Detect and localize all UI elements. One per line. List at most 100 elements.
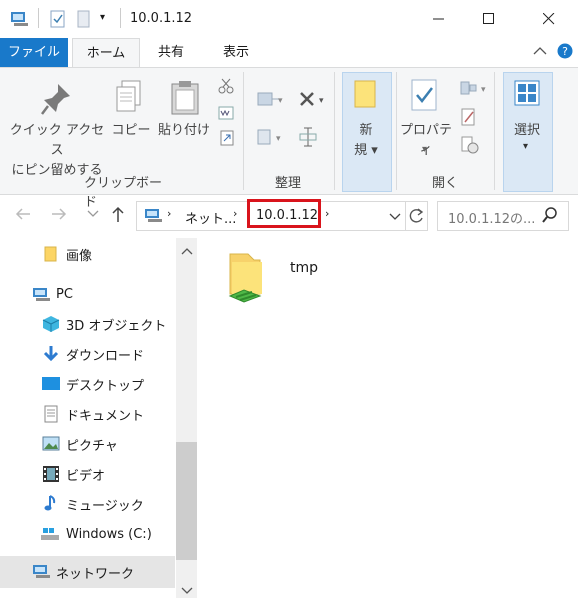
properties-button[interactable]: プロパティ bbox=[396, 121, 456, 161]
forward-icon[interactable] bbox=[50, 206, 68, 226]
minimize-button[interactable] bbox=[416, 0, 462, 38]
tab-file[interactable]: ファイル bbox=[0, 38, 68, 67]
customize-toolbar-chevron-icon[interactable]: ▾ bbox=[100, 12, 105, 23]
nav-label: デスクトップ bbox=[66, 378, 145, 394]
copy-path-icon[interactable] bbox=[218, 106, 234, 124]
music-note-icon bbox=[44, 494, 58, 516]
window-title: 10.0.1.12 bbox=[130, 11, 193, 26]
nav-label: ピクチャ bbox=[66, 438, 118, 454]
svg-text:▾: ▾ bbox=[319, 96, 324, 106]
nav-item-music[interactable]: ミュージック bbox=[0, 489, 175, 519]
scroll-down-icon[interactable] bbox=[181, 584, 193, 599]
open-icon[interactable]: ▾ bbox=[460, 80, 490, 100]
breadcrumb-chevron-icon[interactable]: › bbox=[167, 207, 171, 220]
breadcrumb-chevron-icon[interactable]: › bbox=[325, 207, 329, 220]
pin-icon bbox=[40, 82, 72, 120]
search-icon bbox=[542, 207, 558, 227]
nav-item-videos[interactable]: ビデオ bbox=[0, 459, 175, 489]
breadcrumb-network[interactable]: ネット... bbox=[185, 208, 236, 227]
nav-item-downloads[interactable]: ダウンロード bbox=[0, 339, 175, 369]
new-label: 新 規 ▾ bbox=[344, 121, 388, 161]
maximize-icon bbox=[483, 13, 494, 24]
folder-icon bbox=[44, 246, 58, 266]
explorer-icon bbox=[10, 10, 30, 32]
new-folder-quick-icon[interactable] bbox=[76, 10, 92, 32]
nav-item-documents[interactable]: ドキュメント bbox=[0, 399, 175, 429]
address-divider bbox=[405, 202, 406, 230]
svg-text:▾: ▾ bbox=[276, 134, 281, 144]
svg-text:▾: ▾ bbox=[481, 85, 486, 95]
desktop-icon bbox=[41, 376, 61, 396]
search-box[interactable]: 10.0.1.12の... bbox=[437, 201, 569, 231]
title-separator-2 bbox=[120, 8, 121, 28]
nav-item-3d-objects[interactable]: 3D オブジェクト bbox=[0, 309, 175, 339]
svg-text:?: ? bbox=[562, 45, 568, 58]
select-chevron-icon: ▾ bbox=[523, 141, 529, 152]
svg-text:▾: ▾ bbox=[278, 96, 283, 106]
copy-button[interactable]: コピー bbox=[110, 121, 152, 141]
ribbon-separator bbox=[334, 72, 335, 190]
nav-label: 3D オブジェクト bbox=[66, 318, 167, 334]
ribbon-home: クイック アクセス にピン留めする コピー 貼り付け クリップボード ▾ ▾ ▾… bbox=[0, 67, 578, 210]
nav-scroll-thumb[interactable] bbox=[176, 442, 197, 560]
properties-icon bbox=[410, 78, 440, 116]
nav-label: ネットワーク bbox=[56, 566, 135, 582]
nav-item-pictures[interactable]: ピクチャ bbox=[0, 429, 175, 459]
nav-label: PC bbox=[56, 286, 73, 302]
tab-share[interactable]: 共有 bbox=[145, 38, 197, 67]
new-label-line2: 規 ▾ bbox=[354, 143, 378, 158]
shared-folder-icon bbox=[222, 250, 270, 312]
cut-icon[interactable] bbox=[218, 78, 234, 98]
document-icon bbox=[44, 405, 58, 427]
properties-chevron-icon: ▾ bbox=[422, 144, 428, 155]
select-grid-icon bbox=[514, 80, 540, 110]
edit-icon[interactable] bbox=[461, 108, 477, 130]
new-folder-icon bbox=[354, 80, 378, 112]
scroll-up-icon[interactable] bbox=[181, 244, 193, 259]
search-placeholder: 10.0.1.12の... bbox=[448, 212, 536, 227]
nav-label: 画像 bbox=[66, 248, 93, 264]
file-item-tmp[interactable]: tmp bbox=[222, 250, 332, 310]
tab-view[interactable]: 表示 bbox=[208, 38, 264, 67]
back-icon[interactable] bbox=[14, 206, 32, 226]
nav-item-pc[interactable]: PC bbox=[0, 279, 175, 309]
nav-item-windows-c[interactable]: Windows (C:) bbox=[0, 519, 175, 549]
nav-label: ビデオ bbox=[66, 468, 106, 484]
ribbon-tabs: ファイル ホーム 共有 表示 ? bbox=[0, 38, 578, 69]
properties-quick-icon[interactable] bbox=[50, 10, 66, 32]
title-bar: ▾ 10.0.1.12 bbox=[0, 0, 578, 38]
nav-item-network[interactable]: ネットワーク bbox=[0, 556, 175, 588]
help-icon[interactable]: ? bbox=[557, 43, 573, 63]
nav-label: Windows (C:) bbox=[66, 526, 152, 542]
breadcrumb-chevron-icon[interactable]: › bbox=[233, 207, 237, 220]
nav-label: ドキュメント bbox=[66, 408, 145, 424]
delete-icon[interactable]: ▾ bbox=[298, 90, 330, 112]
nav-label: ダウンロード bbox=[66, 348, 145, 364]
minimize-icon bbox=[433, 18, 444, 20]
ribbon-separator bbox=[494, 72, 495, 190]
drive-icon bbox=[40, 526, 60, 546]
pin-label-line1: クイック アクセス bbox=[9, 123, 105, 158]
address-history-chevron-icon[interactable] bbox=[389, 211, 401, 226]
recent-locations-chevron-icon[interactable] bbox=[87, 208, 99, 223]
paste-shortcut-icon[interactable] bbox=[220, 130, 234, 150]
refresh-icon[interactable] bbox=[407, 207, 425, 229]
paste-button[interactable]: 貼り付け bbox=[156, 121, 212, 141]
nav-item-desktop[interactable]: デスクトップ bbox=[0, 369, 175, 399]
nav-item-pictures-quick[interactable]: 画像 bbox=[0, 239, 175, 269]
maximize-button[interactable] bbox=[466, 0, 512, 38]
close-button[interactable] bbox=[526, 0, 572, 38]
nav-label: ミュージック bbox=[66, 498, 144, 514]
move-to-icon[interactable]: ▾ bbox=[256, 90, 284, 112]
copy-to-icon[interactable]: ▾ bbox=[256, 128, 284, 150]
ribbon-separator bbox=[243, 72, 244, 190]
collapse-ribbon-icon[interactable] bbox=[533, 45, 547, 60]
rename-icon[interactable] bbox=[298, 126, 318, 152]
address-highlight-annotation bbox=[247, 199, 321, 228]
up-icon[interactable] bbox=[110, 205, 126, 227]
history-icon[interactable] bbox=[461, 136, 479, 158]
download-arrow-icon bbox=[42, 345, 60, 367]
tab-home[interactable]: ホーム bbox=[72, 38, 140, 69]
file-name: tmp bbox=[290, 260, 319, 276]
pc-icon bbox=[32, 287, 52, 307]
